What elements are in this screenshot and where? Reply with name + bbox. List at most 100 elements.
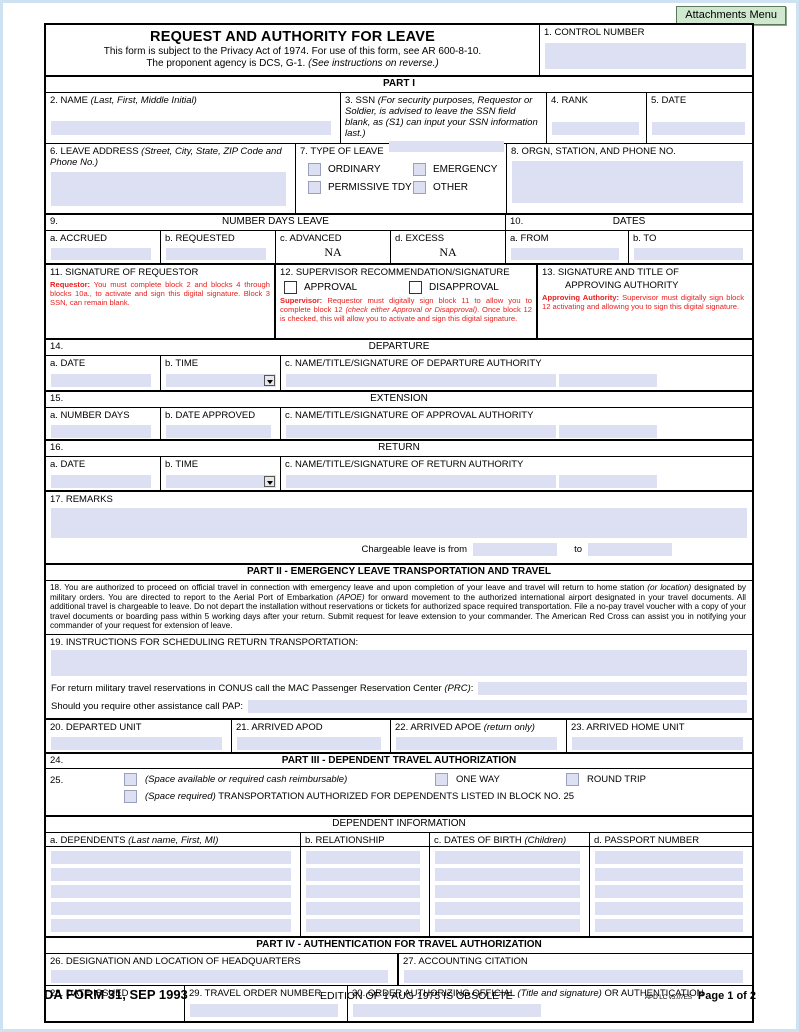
emergency-label: EMERGENCY [433,164,498,175]
departure-authority-signature[interactable] [559,374,657,387]
dependent-relationship-input[interactable] [306,918,420,932]
dependent-passport-input[interactable] [595,918,743,932]
authorizing-official-input[interactable] [353,1003,541,1017]
name-ssn-row: 2. NAME (Last, First, Middle Initial) 3.… [46,93,752,152]
dependent-passport-input[interactable] [595,901,743,915]
extension-authority-signature[interactable] [559,425,657,438]
approving-authority-label-1: 13. SIGNATURE AND TITLE OF [542,267,679,278]
block-24-number: 24. [50,754,64,766]
item-18-text-1: You are authorized to proceed on officia… [64,583,648,592]
dependents-col-cells [46,846,301,936]
space-required-checkbox-icon[interactable] [124,789,137,803]
return-authority-input[interactable] [286,475,556,488]
dependent-name-input[interactable] [51,884,291,898]
ordinary-checkbox-icon[interactable] [308,163,321,176]
dependent-dob-input[interactable] [435,867,580,881]
dependent-dob-input[interactable] [435,850,580,864]
dependent-passport-input[interactable] [595,867,743,881]
emergency-checkbox-icon[interactable] [413,163,426,176]
dependent-name-input[interactable] [51,850,291,864]
ssn-block: 3. SSN (For security purposes, Requestor… [341,93,547,152]
block-25-number: 25. [50,774,64,786]
departed-unit-input[interactable] [51,736,222,750]
prc-input[interactable] [478,681,747,695]
dependent-relationship-input[interactable] [306,867,420,881]
dependent-dob-input[interactable] [435,884,580,898]
return-authority-label: c. NAME/TITLE/SIGNATURE OF RETURN AUTHOR… [285,459,524,470]
from-cell: a. FROM [506,231,629,263]
item-19-input[interactable] [51,649,747,676]
chargeable-from-input[interactable] [473,543,558,556]
approval-checkbox-icon[interactable] [284,281,297,294]
pap-label: Should you require other assistance call… [51,700,244,712]
edition-note: EDITION OF 1 AUG 1975 IS OBSOLETE [320,990,513,1002]
checkbox-permissive-tdy[interactable]: PERMISSIVE TDY [308,181,413,194]
arrived-home-unit-input[interactable] [572,736,743,750]
accounting-citation-input[interactable] [404,969,743,983]
arrived-apod-input[interactable] [237,736,381,750]
extension-date-input[interactable] [166,425,271,438]
departure-time-input[interactable] [166,374,276,387]
dependent-dob-input[interactable] [435,901,580,915]
dependent-name-input[interactable] [51,918,291,932]
dependent-name-input[interactable] [51,901,291,915]
space-available-checkbox-icon[interactable] [124,772,137,786]
requested-label: b. REQUESTED [165,233,235,244]
chevron-down-icon[interactable] [264,375,275,386]
extension-authority-input[interactable] [286,425,556,438]
from-input[interactable] [511,248,619,260]
advanced-value: NA [324,245,342,259]
dependent-dob-input[interactable] [435,918,580,932]
chargeable-to-input[interactable] [588,543,672,556]
dependent-relationship-input[interactable] [306,850,420,864]
dependent-passport-input[interactable] [595,884,743,898]
rank-input[interactable] [552,122,639,135]
prc-label-text: For return military travel reservations … [51,682,445,694]
checkbox-disapproval[interactable]: DISAPPROVAL [409,281,499,294]
return-fields-row: a. DATE b. TIME c. NAME/TITLE/SIGNATURE … [46,457,752,492]
item-19-label: 19. INSTRUCTIONS FOR SCHEDULING RETURN T… [50,636,359,648]
departure-date-input[interactable] [51,374,151,387]
name-block: 2. NAME (Last, First, Middle Initial) [46,93,341,143]
dependent-name-input[interactable] [51,867,291,881]
permissive-tdy-checkbox-icon[interactable] [308,181,321,194]
date-input[interactable] [652,122,745,135]
one-way-checkbox-icon[interactable] [435,772,448,786]
dependent-relationship-input[interactable] [306,884,420,898]
leave-address-input[interactable] [51,172,286,206]
extension-days-input[interactable] [51,425,151,438]
name-input[interactable] [51,121,331,135]
extension-authority-label: c. NAME/TITLE/SIGNATURE OF APPROVAL AUTH… [285,410,534,421]
part-1-bar: PART I [46,75,752,93]
dependent-relationship-input[interactable] [306,901,420,915]
accounting-citation-cell: 27. ACCOUNTING CITATION [399,954,752,985]
address-type-orgn-row: 6. LEAVE ADDRESS (Street, City, State, Z… [46,144,752,215]
remarks-input[interactable] [51,508,747,538]
checkbox-ordinary[interactable]: ORDINARY [308,163,413,176]
block-9-number: 9. [50,216,58,227]
chevron-down-icon[interactable] [264,476,275,487]
to-label: b. TO [633,233,657,244]
checkbox-emergency[interactable]: EMERGENCY [413,163,497,176]
requested-input[interactable] [166,248,266,260]
return-date-input[interactable] [51,475,151,488]
disapproval-checkbox-icon[interactable] [409,281,422,294]
dependent-passport-input[interactable] [595,850,743,864]
accrued-input[interactable] [51,248,151,260]
form-footer: DA FORM 31, SEP 1993 EDITION OF 1 AUG 19… [44,987,756,1002]
checkbox-other[interactable]: OTHER [413,181,468,194]
checkbox-approval[interactable]: APPROVAL [284,281,409,294]
travel-order-number-input[interactable] [190,1003,338,1017]
return-date-cell: a. DATE [46,457,161,490]
arrived-apoe-input[interactable] [396,736,557,750]
round-trip-checkbox-icon[interactable] [566,772,579,786]
control-number-input[interactable] [545,43,746,69]
orgn-input[interactable] [512,161,743,203]
pap-input[interactable] [248,699,747,713]
hq-input[interactable] [51,969,388,983]
departure-authority-input[interactable] [286,374,556,387]
return-time-input[interactable] [166,475,276,488]
other-checkbox-icon[interactable] [413,181,426,194]
return-authority-signature[interactable] [559,475,657,488]
to-input[interactable] [634,248,743,260]
